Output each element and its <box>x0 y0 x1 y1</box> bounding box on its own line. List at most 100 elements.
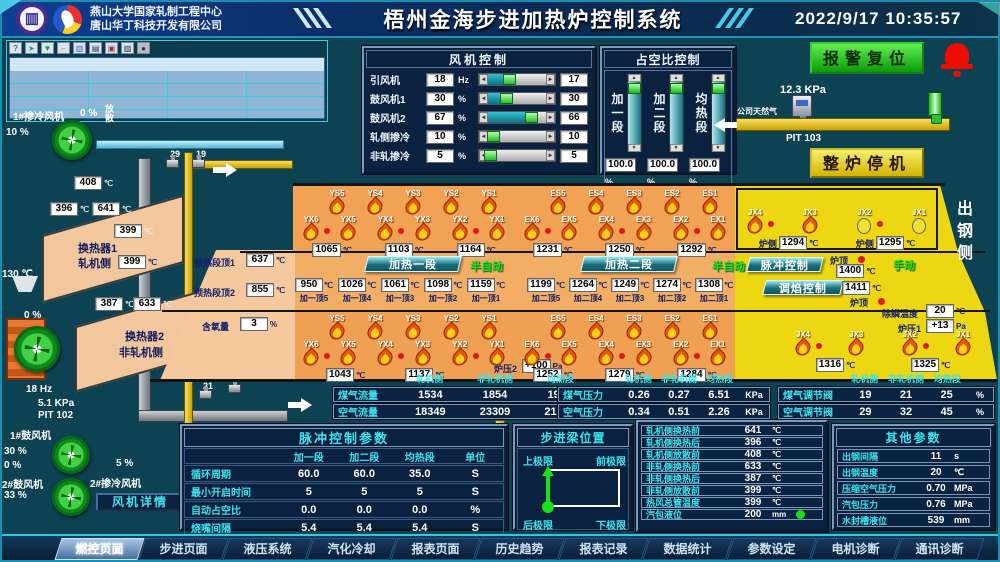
burner-cell: EX5 <box>554 340 584 366</box>
slider-right-button[interactable] <box>546 112 555 123</box>
nav-tab[interactable]: 报表记录 <box>558 538 648 560</box>
duty-label: 加一段 <box>611 92 625 134</box>
nav-tab[interactable]: 参数设定 <box>726 538 816 560</box>
duty-thumb[interactable] <box>628 83 641 94</box>
id-fan-hz: 18 Hz <box>26 384 52 395</box>
slider-up-button[interactable] <box>670 74 683 82</box>
burner-cell: EX5 <box>554 215 584 241</box>
slider-left-button[interactable] <box>479 74 488 85</box>
duty-value-box[interactable]: 100.0 <box>647 158 678 172</box>
duty-slider[interactable] <box>627 74 642 152</box>
slider-down-button[interactable] <box>670 144 683 152</box>
header-bar: 燕山大学国家轧制工程中心 唐山华丁科技开发有限公司 梧州金海步进加热炉控制系统 … <box>0 0 1000 38</box>
fan-detail-button[interactable]: 风机详情 <box>96 493 184 511</box>
alarm-reset-button[interactable]: 报警复位 <box>810 42 924 74</box>
flame-icon <box>341 350 355 366</box>
slider-right-button[interactable] <box>546 150 555 161</box>
slider-left-button[interactable] <box>479 112 488 123</box>
burner-cell: ES5 <box>543 314 573 340</box>
flame-icon <box>665 199 679 215</box>
flame-icon <box>627 324 641 340</box>
duty-thumb[interactable] <box>712 83 725 94</box>
nav-tab[interactable]: 步进页面 <box>138 538 228 560</box>
window-icon[interactable]: ▣ <box>105 42 118 54</box>
nav-tab[interactable]: 液压系统 <box>222 538 312 560</box>
fan-setpoint-box[interactable]: 18 <box>426 73 454 87</box>
nav-tab[interactable]: 电机诊断 <box>810 538 900 560</box>
gas-branch-top <box>193 160 293 169</box>
slider-down-button[interactable] <box>628 144 641 152</box>
table-row: 空气压力 0.340.512.26 KPa <box>558 404 770 419</box>
send-icon[interactable]: ➤ <box>25 42 38 54</box>
other-param-row: 压缩空气压力0.70MPa <box>837 481 990 495</box>
flame-icon <box>703 324 717 340</box>
pulse-control-button[interactable]: 脉冲控制 <box>746 257 824 272</box>
fan-row: 引风机 18 Hz 17 <box>364 70 594 89</box>
zone2-banner[interactable]: 加热二段 <box>580 256 678 272</box>
furnace-stop-button[interactable]: 整炉停机 <box>810 148 924 178</box>
print-icon[interactable]: ▨ <box>121 42 134 54</box>
nav-tab[interactable]: 汽化冷却 <box>306 538 396 560</box>
duty-value-box[interactable]: 100.0 <box>605 158 636 172</box>
fan-slider[interactable] <box>478 149 556 162</box>
slider-thumb[interactable] <box>487 131 500 142</box>
fan1-value2: 10 % <box>6 127 29 138</box>
nav-tab[interactable]: 历史趋势 <box>474 538 564 560</box>
pulse-params-title: 脉冲控制参数 <box>184 428 504 447</box>
temp-list-row: 轧机侧换热前641℃ <box>641 425 823 436</box>
chart-icon[interactable]: ▥ <box>73 42 86 54</box>
preheat2-label: 预热段顶2 <box>194 286 235 299</box>
flame-icon <box>416 350 430 366</box>
help-icon[interactable]: ? <box>9 42 22 54</box>
fan-row: 轧侧掺冷 10 % 10 <box>364 127 594 146</box>
download-icon[interactable]: ▼ <box>41 42 54 54</box>
duty-thumb[interactable] <box>670 83 683 94</box>
slider-up-button[interactable] <box>712 74 725 82</box>
duty-slider[interactable] <box>711 74 726 152</box>
flame-icon <box>803 218 817 234</box>
nav-tab[interactable]: 数据统计 <box>642 538 732 560</box>
valve-icon <box>228 384 241 393</box>
fan-setpoint-box[interactable]: 30 <box>426 92 454 106</box>
duty-value-box[interactable]: 100.0 <box>689 158 720 172</box>
slider-thumb[interactable] <box>500 93 513 104</box>
slider-right-button[interactable] <box>546 93 555 104</box>
fan-slider[interactable] <box>478 73 556 86</box>
fan-slider[interactable] <box>478 92 556 105</box>
fan-setpoint-box[interactable]: 5 <box>426 149 454 163</box>
burner-cell: EX6 <box>517 215 547 241</box>
slider-left-button[interactable] <box>479 93 488 104</box>
status-dot <box>796 510 805 519</box>
slider-right-button[interactable] <box>546 74 555 85</box>
slider-up-button[interactable] <box>628 74 641 82</box>
burner-cell: EX4 <box>591 215 621 241</box>
zone1-banner[interactable]: 加热一段 <box>364 256 462 272</box>
pressure-table: 轧机侧非轧机侧均热段 煤气压力 0.260.276.51 KPa 空气压力 0.… <box>558 372 770 419</box>
lock-icon[interactable]: ● <box>137 42 150 54</box>
fan-slider[interactable] <box>478 130 556 143</box>
nav-tab[interactable]: 报表页面 <box>390 538 480 560</box>
key-icon[interactable]: ⌐ <box>57 42 70 54</box>
slider-thumb[interactable] <box>503 74 516 85</box>
duty-slider[interactable] <box>669 74 684 152</box>
fan-slider[interactable] <box>478 111 556 124</box>
fan-setpoint-box[interactable]: 67 <box>426 111 454 125</box>
burner-section-soak-upper: JX4JX3JX2JX1 炉侧1294℃炉侧1295℃ <box>740 208 934 250</box>
fan-setpoint-box[interactable]: 10 <box>426 130 454 144</box>
nav-tab[interactable]: 燃控页面 <box>54 538 144 560</box>
nav-tab[interactable]: 通讯诊断 <box>894 538 984 560</box>
fan-output-box: 17 <box>560 73 588 87</box>
burner-cell: YS2 <box>436 189 466 215</box>
zone-temp: 1231℃ <box>533 243 572 257</box>
gas-pit-tag: PIT 103 <box>786 133 821 144</box>
company-logo <box>53 5 82 34</box>
flame-adjust-button[interactable]: 调焰控制 <box>762 280 844 295</box>
roof-bot-label: 炉顶 <box>850 296 868 309</box>
temp-399a: 399℃ <box>114 224 153 238</box>
slider-thumb[interactable] <box>525 112 538 123</box>
slider-thumb[interactable] <box>484 150 497 161</box>
slider-down-button[interactable] <box>712 144 725 152</box>
report-icon[interactable]: ▤ <box>89 42 102 54</box>
slider-right-button[interactable] <box>546 131 555 142</box>
scada-screen: 燕山大学国家轧制工程中心 唐山华丁科技开发有限公司 梧州金海步进加热炉控制系统 … <box>0 0 1000 562</box>
